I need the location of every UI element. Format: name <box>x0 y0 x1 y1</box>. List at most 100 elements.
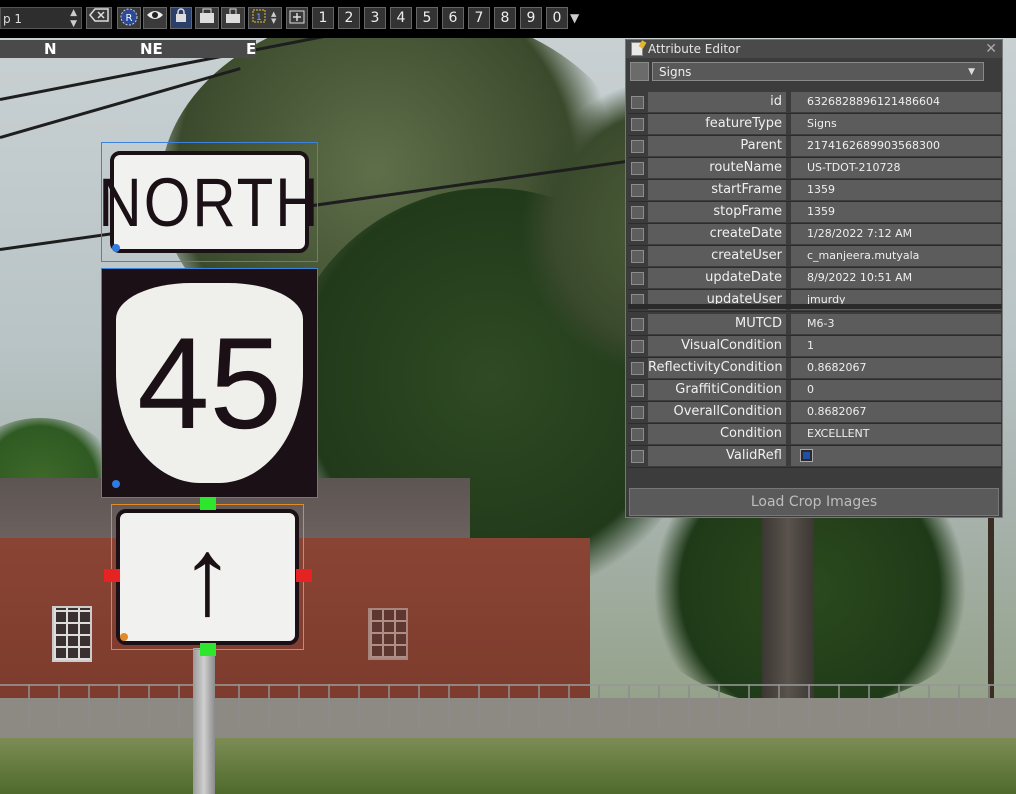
row-checkbox[interactable] <box>631 184 644 197</box>
row-checkbox[interactable] <box>631 118 644 131</box>
page-button-8[interactable]: 8 <box>494 7 516 29</box>
attribute-value[interactable]: 8/9/2022 10:51 AM <box>791 268 1001 288</box>
attribute-editor-titlebar[interactable]: Attribute Editor ✕ <box>626 40 1002 58</box>
feature-type-select[interactable]: Signs ▼ <box>652 62 984 81</box>
row-checkbox[interactable] <box>631 162 644 175</box>
attribute-name: createUser <box>648 246 786 266</box>
attribute-value[interactable]: 0.8682067 <box>791 358 1001 378</box>
attribute-row-visualcondition: VisualCondition 1 <box>628 336 1002 358</box>
row-checkbox[interactable] <box>631 140 644 153</box>
page-button-3[interactable]: 3 <box>364 7 386 29</box>
attribute-name: updateDate <box>648 268 786 288</box>
attribute-value[interactable]: US-TDOT-210728 <box>791 158 1001 178</box>
row-checkbox[interactable] <box>631 428 644 441</box>
attribute-value[interactable]: 0.8682067 <box>791 402 1001 422</box>
page-button-6[interactable]: 6 <box>442 7 464 29</box>
capture-lock-button[interactable] <box>221 7 245 29</box>
attribute-row-validrefl: ValidRefl <box>628 446 1002 468</box>
add-icon <box>289 10 305 24</box>
sign-north: NORTH <box>98 151 319 253</box>
attribute-name: VisualCondition <box>648 336 786 356</box>
attribute-row-overallcondition: OverallCondition 0.8682067 <box>628 402 1002 424</box>
layer-select-button[interactable]: 1 ▲ ▼ <box>248 7 282 29</box>
attribute-name: id <box>648 92 786 112</box>
r-badge-icon: R <box>120 8 138 26</box>
attribute-value[interactable]: c_manjeera.mutyala <box>791 246 1001 266</box>
attribute-editor-title: Attribute Editor <box>648 42 741 56</box>
row-checkbox[interactable] <box>631 250 644 263</box>
selection-anchor-dot[interactable] <box>112 244 120 252</box>
sign-us45-selection[interactable]: 45 <box>101 268 318 498</box>
page-button-5[interactable]: 5 <box>416 7 438 29</box>
compass-strip: N NE E <box>0 40 256 58</box>
row-checkbox[interactable] <box>631 362 644 375</box>
add-button[interactable] <box>286 7 308 29</box>
feature-type-checkbox[interactable] <box>630 62 649 81</box>
attribute-editor-panel: Attribute Editor ✕ Signs ▼ id 63268288961… <box>625 39 1003 518</box>
attribute-value[interactable]: 1359 <box>791 180 1001 200</box>
attribute-value[interactable]: M6-3 <box>791 314 1001 334</box>
clear-button[interactable] <box>86 7 112 29</box>
attribute-row-createdate: createDate 1/28/2022 7:12 AM <box>628 224 1002 246</box>
attribute-row-createuser: createUser c_manjeera.mutyala <box>628 246 1002 268</box>
row-checkbox[interactable] <box>631 272 644 285</box>
attribute-name: OverallCondition <box>648 402 786 422</box>
sign-arrow: ↑ <box>116 509 299 645</box>
row-checkbox[interactable] <box>631 340 644 353</box>
page-button-9[interactable]: 9 <box>520 7 542 29</box>
attribute-value[interactable]: Signs <box>791 114 1001 134</box>
row-checkbox[interactable] <box>631 384 644 397</box>
r-badge-button[interactable]: R <box>117 7 141 29</box>
attribute-value[interactable]: 1 <box>791 336 1001 356</box>
resize-handle-left[interactable] <box>104 569 120 582</box>
sign-north-text: NORTH <box>98 163 321 241</box>
page-button-0[interactable]: 0 <box>546 7 568 29</box>
compass-label-e: E <box>246 40 257 58</box>
resize-handle-top[interactable] <box>200 497 216 510</box>
attribute-group-metadata: id 6326828896121486604 featureType Signs P… <box>628 92 1002 312</box>
sign-arrow-selection[interactable]: ↑ <box>111 504 304 650</box>
attribute-value[interactable]: 0 <box>791 380 1001 400</box>
fence <box>0 684 1016 726</box>
load-crop-images-button[interactable]: Load Crop Images <box>629 488 999 516</box>
row-checkbox[interactable] <box>631 228 644 241</box>
building-window <box>368 608 408 660</box>
selection-anchor-dot[interactable] <box>120 633 128 641</box>
spinner-icon[interactable]: ▲ ▼ <box>70 8 77 30</box>
page-button-2[interactable]: 2 <box>338 7 360 29</box>
page-button-7[interactable]: 7 <box>468 7 490 29</box>
selection-anchor-dot[interactable] <box>112 480 120 488</box>
row-checkbox[interactable] <box>631 206 644 219</box>
row-checkbox[interactable] <box>631 96 644 109</box>
validrefl-checkbox[interactable] <box>800 449 813 462</box>
visibility-button[interactable] <box>143 7 167 29</box>
close-icon[interactable]: ✕ <box>985 40 997 58</box>
attribute-name: createDate <box>648 224 786 244</box>
sign-north-selection[interactable]: NORTH <box>98 142 319 262</box>
top-toolbar: p 1 ▲ ▼ R 1 ▲ ▼ 1 2 3 4 5 6 7 8 9 0 ▼ <box>0 0 1016 38</box>
capture-button[interactable] <box>195 7 219 29</box>
row-checkbox[interactable] <box>631 318 644 331</box>
resize-handle-bottom[interactable] <box>200 643 216 656</box>
attribute-name: ReflectivityCondition <box>648 358 786 378</box>
attribute-value[interactable]: 1359 <box>791 202 1001 222</box>
attribute-row-graffiticondition: GraffitiCondition 0 <box>628 380 1002 402</box>
attribute-name: Condition <box>648 424 786 444</box>
attribute-name: GraffitiCondition <box>648 380 786 400</box>
attribute-name: stopFrame <box>648 202 786 222</box>
page-button-1[interactable]: 1 <box>312 7 334 29</box>
attribute-value[interactable]: 1/28/2022 7:12 AM <box>791 224 1001 244</box>
attribute-row-stopframe: stopFrame 1359 <box>628 202 1002 224</box>
attribute-row-updatedate: updateDate 8/9/2022 10:51 AM <box>628 268 1002 290</box>
toolbar-overflow-icon[interactable]: ▼ <box>570 11 579 25</box>
row-checkbox[interactable] <box>631 450 644 463</box>
attribute-value[interactable]: 6326828896121486604 <box>791 92 1001 112</box>
page-button-4[interactable]: 4 <box>390 7 412 29</box>
frame-combo[interactable]: p 1 ▲ ▼ <box>0 7 82 29</box>
attribute-value[interactable]: EXCELLENT <box>791 424 1001 444</box>
row-checkbox[interactable] <box>631 406 644 419</box>
lock-button[interactable] <box>170 7 192 29</box>
attribute-name: ValidRefl <box>648 446 786 466</box>
resize-handle-right[interactable] <box>296 569 312 582</box>
attribute-value[interactable]: 2174162689903568300 <box>791 136 1001 156</box>
